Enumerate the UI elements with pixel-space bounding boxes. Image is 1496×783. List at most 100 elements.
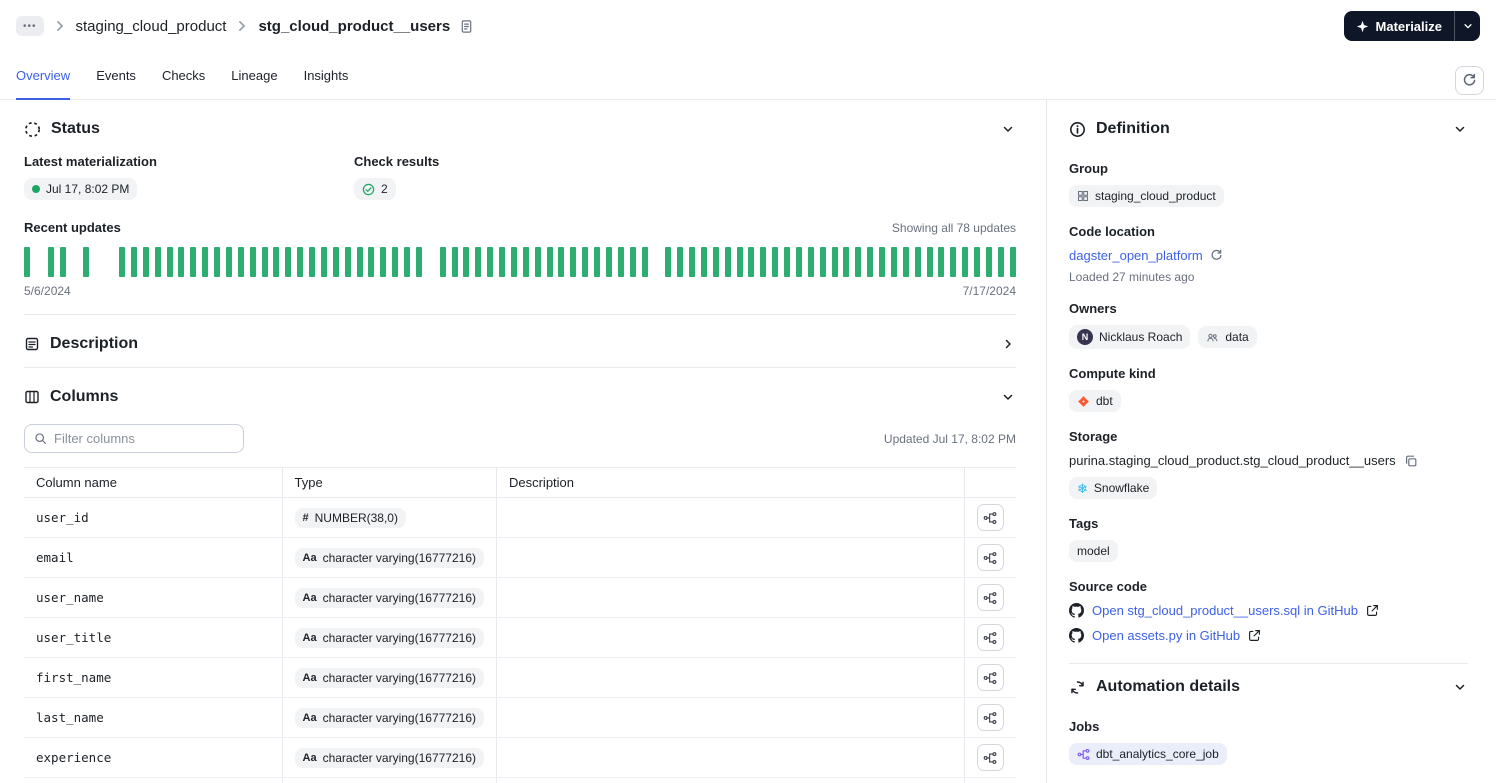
tab-insights[interactable]: Insights xyxy=(304,52,349,100)
update-bar[interactable] xyxy=(475,247,482,277)
update-bar[interactable] xyxy=(261,247,268,277)
copy-asset-name-icon[interactable] xyxy=(459,19,474,34)
update-bar[interactable] xyxy=(748,247,755,277)
view-lineage-button[interactable] xyxy=(976,624,1004,651)
job-badge[interactable]: dbt_analytics_core_job xyxy=(1069,743,1227,765)
tag-badge[interactable]: model xyxy=(1069,540,1118,562)
source-sql-link[interactable]: Open stg_cloud_product__users.sql in Git… xyxy=(1092,603,1358,618)
update-bar[interactable] xyxy=(190,247,197,277)
update-bar[interactable] xyxy=(605,247,612,277)
update-bar[interactable] xyxy=(285,247,292,277)
update-bar[interactable] xyxy=(819,247,826,277)
update-bar[interactable] xyxy=(867,247,874,277)
update-bar[interactable] xyxy=(736,247,743,277)
code-location-link[interactable]: dagster_open_platform xyxy=(1069,248,1203,263)
owner-team-badge[interactable]: data xyxy=(1198,326,1257,348)
update-bar[interactable] xyxy=(237,247,244,277)
update-bar[interactable] xyxy=(415,247,422,277)
source-assets-link[interactable]: Open assets.py in GitHub xyxy=(1092,628,1240,643)
tab-checks[interactable]: Checks xyxy=(162,52,205,100)
update-bar[interactable] xyxy=(487,247,494,277)
refresh-button[interactable] xyxy=(1455,66,1484,95)
update-bar[interactable] xyxy=(309,247,315,277)
update-bar[interactable] xyxy=(404,247,410,277)
update-bar[interactable] xyxy=(795,247,802,277)
view-lineage-button[interactable] xyxy=(976,544,1004,571)
automation-collapse-toggle[interactable] xyxy=(1452,679,1468,695)
update-bar[interactable] xyxy=(320,247,327,277)
breadcrumb-collapsed-button[interactable]: ••• xyxy=(16,16,44,36)
view-lineage-button[interactable] xyxy=(976,704,1004,731)
update-bar[interactable] xyxy=(380,247,387,277)
storage-kind-badge[interactable]: ❄ Snowflake xyxy=(1069,477,1158,499)
update-bar[interactable] xyxy=(997,247,1004,277)
update-bar[interactable] xyxy=(879,247,885,277)
update-bar[interactable] xyxy=(534,247,541,277)
update-bar[interactable] xyxy=(83,247,90,277)
update-bar[interactable] xyxy=(985,247,992,277)
update-bar[interactable] xyxy=(47,247,54,277)
update-bar[interactable] xyxy=(617,247,624,277)
update-bar[interactable] xyxy=(772,247,779,277)
update-bar[interactable] xyxy=(522,247,529,277)
update-bar[interactable] xyxy=(202,247,209,277)
update-bar[interactable] xyxy=(700,247,707,277)
update-bar[interactable] xyxy=(914,247,921,277)
update-bar[interactable] xyxy=(974,247,980,277)
update-bar[interactable] xyxy=(273,247,280,277)
update-bar[interactable] xyxy=(902,247,909,277)
update-bar[interactable] xyxy=(843,247,850,277)
filter-columns-input[interactable] xyxy=(54,431,234,446)
reload-location-icon[interactable] xyxy=(1210,249,1223,262)
update-bar[interactable] xyxy=(760,247,767,277)
tab-events[interactable]: Events xyxy=(96,52,136,100)
check-results-badge[interactable]: 2 xyxy=(354,178,396,200)
view-lineage-button[interactable] xyxy=(976,664,1004,691)
update-bar[interactable] xyxy=(855,247,862,277)
view-lineage-button[interactable] xyxy=(976,744,1004,771)
update-bar[interactable] xyxy=(890,247,897,277)
update-bar[interactable] xyxy=(368,247,375,277)
update-bar[interactable] xyxy=(154,247,161,277)
materialize-button[interactable]: Materialize xyxy=(1343,11,1454,41)
update-bar[interactable] xyxy=(558,247,565,277)
update-bar[interactable] xyxy=(142,247,149,277)
update-bar[interactable] xyxy=(439,247,446,277)
update-bar[interactable] xyxy=(214,247,220,277)
copy-icon[interactable] xyxy=(1404,454,1418,468)
update-bar[interactable] xyxy=(807,247,814,277)
latest-materialization-badge[interactable]: Jul 17, 8:02 PM xyxy=(24,178,138,200)
definition-collapse-toggle[interactable] xyxy=(1452,121,1468,137)
tab-lineage[interactable]: Lineage xyxy=(231,52,277,100)
update-bar[interactable] xyxy=(594,247,600,277)
compute-kind-badge[interactable]: dbt xyxy=(1069,390,1121,412)
owner-user-badge[interactable]: N Nicklaus Roach xyxy=(1069,325,1191,349)
update-bar[interactable] xyxy=(451,247,458,277)
update-bar[interactable] xyxy=(356,247,363,277)
update-bar[interactable] xyxy=(677,247,684,277)
update-bar[interactable] xyxy=(1009,247,1016,277)
update-bar[interactable] xyxy=(297,247,304,277)
update-bar[interactable] xyxy=(712,247,719,277)
columns-collapse-toggle[interactable] xyxy=(1000,389,1016,405)
view-lineage-button[interactable] xyxy=(976,584,1004,611)
update-bar[interactable] xyxy=(950,247,957,277)
breadcrumb-group-link[interactable]: staging_cloud_product xyxy=(76,18,227,35)
update-bar[interactable] xyxy=(59,247,66,277)
update-bar[interactable] xyxy=(130,247,137,277)
update-bar[interactable] xyxy=(499,247,505,277)
update-bar[interactable] xyxy=(582,247,589,277)
update-bar[interactable] xyxy=(546,247,553,277)
description-expand-toggle[interactable] xyxy=(1000,336,1016,352)
group-badge[interactable]: staging_cloud_product xyxy=(1069,185,1224,207)
update-bar[interactable] xyxy=(724,247,731,277)
update-bar[interactable] xyxy=(665,247,672,277)
update-bar[interactable] xyxy=(24,247,30,277)
update-bar[interactable] xyxy=(926,247,933,277)
update-bar[interactable] xyxy=(166,247,173,277)
update-bar[interactable] xyxy=(178,247,185,277)
update-bar[interactable] xyxy=(784,247,790,277)
update-bar[interactable] xyxy=(119,247,125,277)
update-bar[interactable] xyxy=(249,247,256,277)
update-bar[interactable] xyxy=(332,247,339,277)
